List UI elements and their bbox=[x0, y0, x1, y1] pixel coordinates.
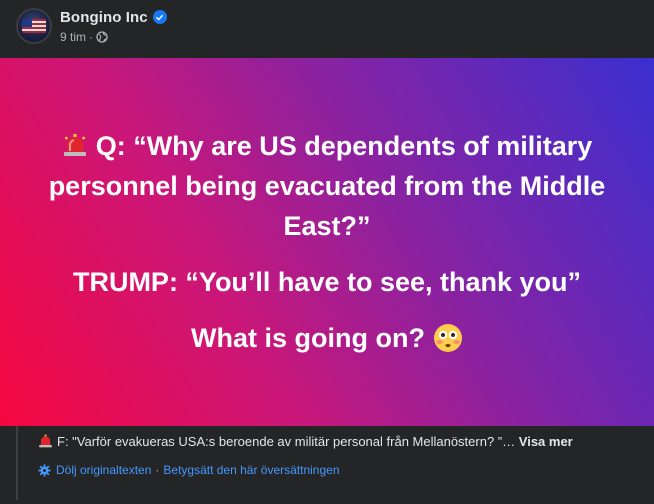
post-timestamp[interactable]: 9 tim bbox=[60, 30, 86, 44]
translation-actions: Dölj originaltexten · Betygsätt den här … bbox=[38, 463, 638, 477]
siren-icon bbox=[63, 134, 86, 156]
see-more-link[interactable]: Visa mer bbox=[519, 434, 573, 449]
translation-block: F: "Varför evakueras USA:s beroende av m… bbox=[16, 426, 638, 500]
hide-original-link[interactable]: Dölj originaltexten bbox=[56, 463, 151, 477]
translation-text-row: F: "Varför evakueras USA:s beroende av m… bbox=[38, 432, 638, 451]
author-row: Bongino Inc bbox=[60, 8, 167, 26]
flushed-face-icon bbox=[433, 324, 462, 352]
feed-post: Bongino Inc 9 tim · Q: “Why are US depen… bbox=[0, 0, 654, 504]
actions-separator: · bbox=[155, 463, 160, 477]
card-question-line: Q: “Why are US dependents of military pe… bbox=[22, 126, 632, 246]
closing-text: What is going on? bbox=[191, 323, 425, 353]
post-header: Bongino Inc 9 tim · bbox=[0, 0, 654, 58]
author-name[interactable]: Bongino Inc bbox=[60, 9, 148, 26]
verified-badge-icon bbox=[152, 10, 167, 24]
rate-translation-link[interactable]: Betygsätt den här översättningen bbox=[163, 463, 339, 477]
post-meta: Bongino Inc 9 tim · bbox=[60, 8, 167, 44]
translation-text: F: "Varför evakueras USA:s beroende av m… bbox=[57, 434, 516, 449]
question-text: Q: “Why are US dependents of military pe… bbox=[48, 131, 606, 241]
globe-icon[interactable] bbox=[96, 31, 108, 43]
meta-separator: · bbox=[89, 30, 94, 44]
siren-icon bbox=[39, 434, 52, 448]
post-time-row: 9 tim · bbox=[60, 30, 167, 44]
avatar-flag-image bbox=[22, 19, 46, 33]
text-post-card[interactable]: Q: “Why are US dependents of military pe… bbox=[0, 58, 654, 426]
card-question-closing: What is going on? bbox=[191, 318, 463, 358]
card-trump-line: TRUMP: “You’ll have to see, thank you” bbox=[72, 267, 582, 297]
author-avatar[interactable] bbox=[16, 8, 52, 44]
gear-icon bbox=[38, 463, 51, 477]
